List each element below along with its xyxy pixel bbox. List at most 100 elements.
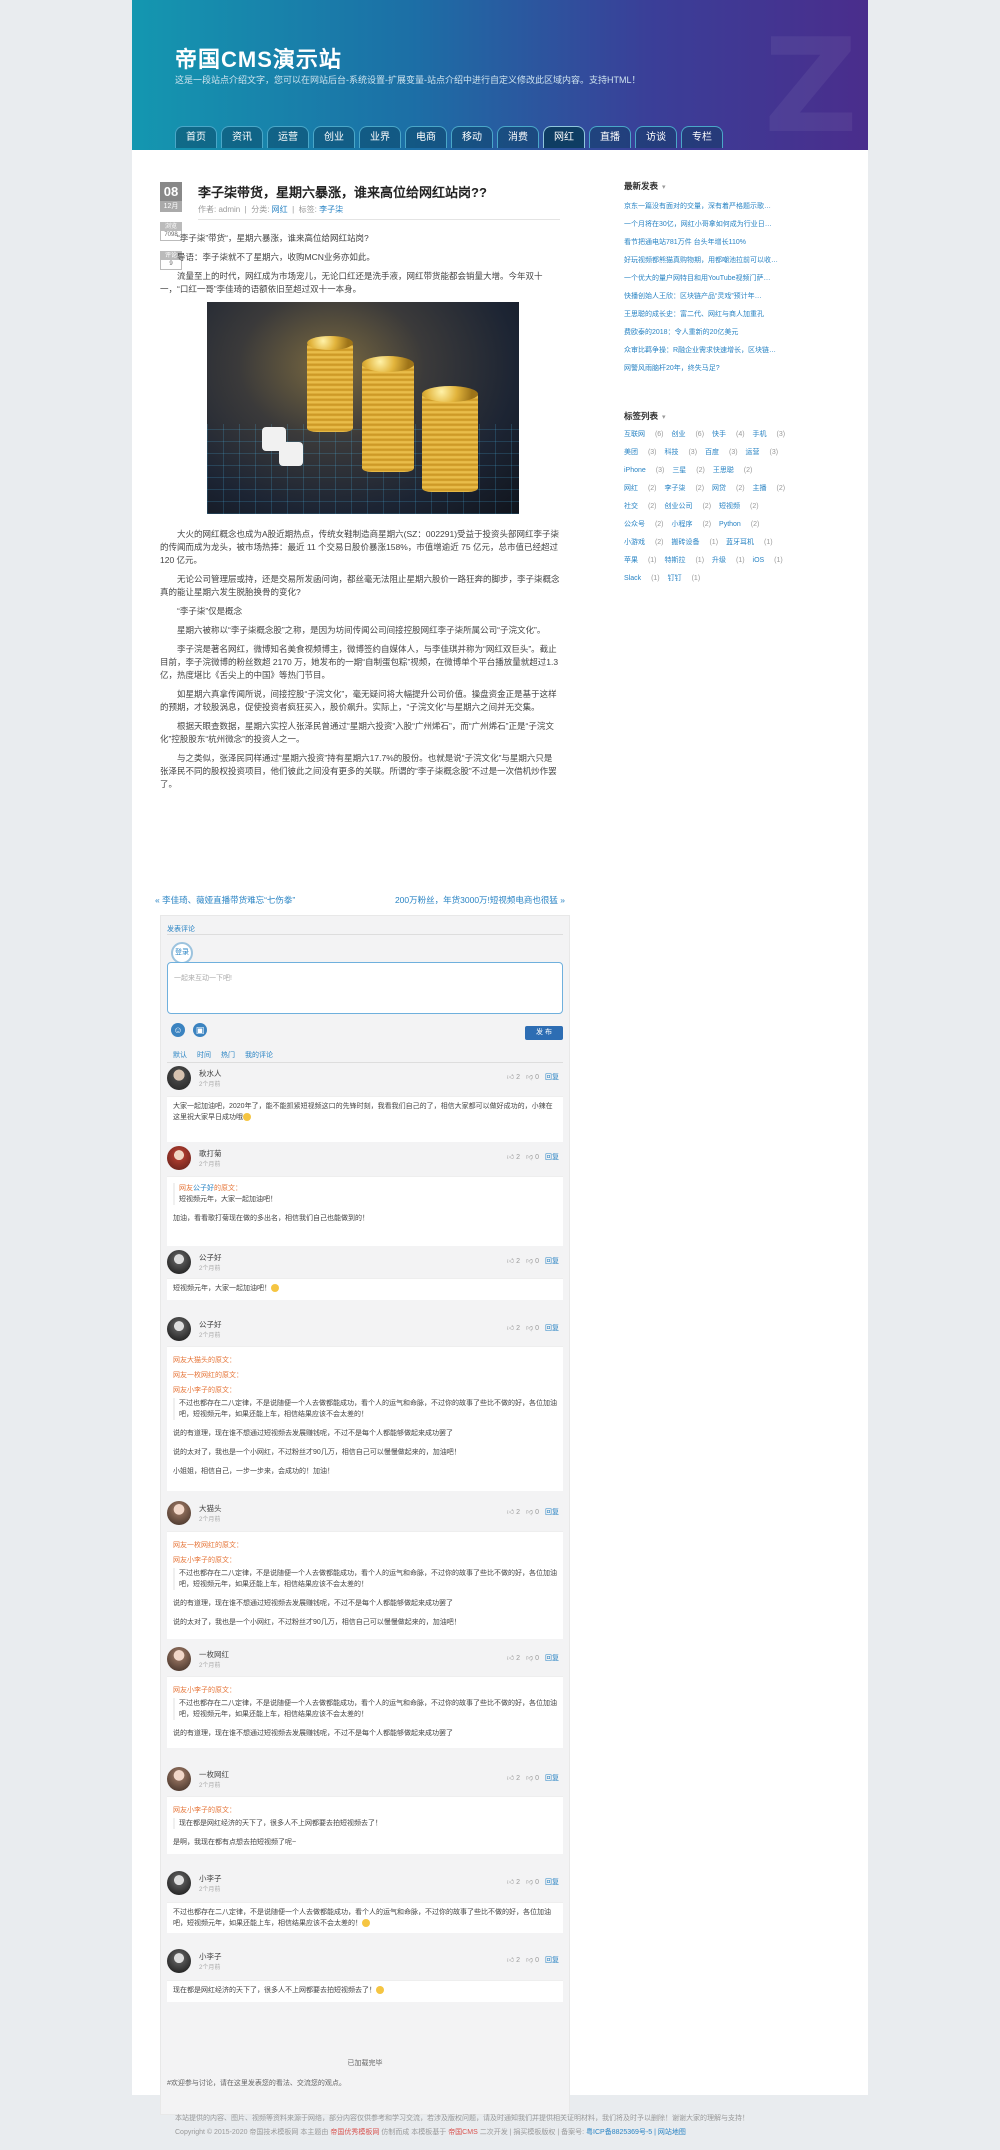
comment-author[interactable]: 歌打菊	[199, 1148, 222, 1159]
quote-author[interactable]: 公子好	[193, 1185, 214, 1192]
comment-author[interactable]: 秋水人	[199, 1068, 222, 1079]
tag-link[interactable]: 蓝牙耳机 (1)	[726, 536, 773, 550]
nav-item[interactable]: 网红	[543, 126, 585, 148]
avatar[interactable]	[167, 1871, 191, 1895]
like-button[interactable]: 👍︎ 2	[507, 1957, 520, 1964]
next-article-link[interactable]: 200万粉丝，年货3000万!短视频电商也很猛 »	[395, 894, 565, 906]
tag-link[interactable]: 特斯拉 (1)	[665, 554, 705, 568]
avatar[interactable]	[167, 1767, 191, 1791]
nav-item[interactable]: 资讯	[221, 126, 263, 148]
recent-post-link[interactable]: 众审比羁争操：R融企业需求快速增长，区块链…	[624, 342, 844, 360]
avatar[interactable]	[167, 1949, 191, 1973]
nav-item[interactable]: 消费	[497, 126, 539, 148]
tag-link[interactable]: 三星 (2)	[672, 464, 705, 478]
like-button[interactable]: 👍︎ 2	[507, 1655, 520, 1662]
tag-link[interactable]: 升级 (1)	[712, 554, 745, 568]
tag-link[interactable]: 运营 (3)	[746, 446, 779, 460]
nav-item[interactable]: 创业	[313, 126, 355, 148]
publish-button[interactable]: 发 布	[525, 1026, 563, 1040]
like-button[interactable]: 👍︎ 2	[507, 1509, 520, 1516]
recent-post-link[interactable]: 一个月将在30亿，网红小哥拿如何成为行业日…	[624, 216, 844, 234]
dislike-button[interactable]: 👎︎ 0	[526, 1154, 539, 1161]
image-icon[interactable]: ▣	[193, 1023, 207, 1037]
like-button[interactable]: 👍︎ 2	[507, 1258, 520, 1265]
reply-button[interactable]: 回复	[545, 1879, 559, 1886]
comment-input[interactable]: 一起来互动一下吧!	[167, 962, 563, 1014]
nav-item[interactable]: 直播	[589, 126, 631, 148]
tag-link[interactable]: 小游戏 (2)	[624, 536, 664, 550]
tag-link[interactable]: 李子柒 (2)	[665, 482, 705, 496]
tag-link[interactable]: 网贷 (2)	[712, 482, 745, 496]
tag-link[interactable]: 搬砖设备 (1)	[672, 536, 719, 550]
like-button[interactable]: 👍︎ 2	[507, 1074, 520, 1081]
tag-link[interactable]: 李子柒	[319, 205, 343, 214]
tag-link[interactable]: iPhone (3)	[624, 464, 664, 478]
avatar[interactable]	[167, 1250, 191, 1274]
tag-link[interactable]: 社交 (2)	[624, 500, 657, 514]
login-button[interactable]: 登录	[171, 942, 193, 964]
comment-author[interactable]: 小李子	[199, 1951, 222, 1962]
dislike-button[interactable]: 👎︎ 0	[526, 1074, 539, 1081]
tag-link[interactable]: 百度 (3)	[705, 446, 738, 460]
recent-post-link[interactable]: 看节把通电站781万件 台头年增长110%	[624, 234, 844, 252]
avatar[interactable]	[167, 1146, 191, 1170]
site-title[interactable]: 帝国CMS演示站	[175, 42, 342, 74]
tag-link[interactable]: 公众号 (2)	[624, 518, 664, 532]
like-button[interactable]: 👍︎ 2	[507, 1879, 520, 1886]
comment-author[interactable]: 公子好	[199, 1252, 222, 1263]
reply-button[interactable]: 回复	[545, 1154, 559, 1161]
reply-button[interactable]: 回复	[545, 1325, 559, 1332]
reply-button[interactable]: 回复	[545, 1655, 559, 1662]
tag-link[interactable]: 苹果 (1)	[624, 554, 657, 568]
dislike-button[interactable]: 👎︎ 0	[526, 1775, 539, 1782]
reply-button[interactable]: 回复	[545, 1957, 559, 1964]
nav-item[interactable]: 业界	[359, 126, 401, 148]
avatar[interactable]	[167, 1647, 191, 1671]
footer-link-cms[interactable]: 帝国CMS	[448, 2129, 478, 2136]
nav-item[interactable]: 访谈	[635, 126, 677, 148]
tag-link[interactable]: iOS (1)	[753, 554, 783, 568]
nav-item[interactable]: 专栏	[681, 126, 723, 148]
tag-link[interactable]: 网红 (2)	[624, 482, 657, 496]
dislike-button[interactable]: 👎︎ 0	[526, 1879, 539, 1886]
dislike-button[interactable]: 👎︎ 0	[526, 1957, 539, 1964]
tag-link[interactable]: 王思聪 (2)	[713, 464, 753, 478]
comment-author[interactable]: 一枚网红	[199, 1769, 229, 1780]
tag-link[interactable]: 快手 (4)	[712, 428, 745, 442]
dislike-button[interactable]: 👎︎ 0	[526, 1509, 539, 1516]
nav-item[interactable]: 移动	[451, 126, 493, 148]
reply-button[interactable]: 回复	[545, 1509, 559, 1516]
reply-button[interactable]: 回复	[545, 1775, 559, 1782]
tag-link[interactable]: 短视频 (2)	[719, 500, 759, 514]
comment-author[interactable]: 公子好	[199, 1319, 222, 1330]
reply-button[interactable]: 回复	[545, 1258, 559, 1265]
avatar[interactable]	[167, 1066, 191, 1090]
like-button[interactable]: 👍︎ 2	[507, 1325, 520, 1332]
nav-item[interactable]: 首页	[175, 126, 217, 148]
tag-link[interactable]: 互联网 (6)	[624, 428, 664, 442]
avatar[interactable]	[167, 1317, 191, 1341]
tag-link[interactable]: Python (2)	[719, 518, 759, 532]
dislike-button[interactable]: 👎︎ 0	[526, 1258, 539, 1265]
nav-item[interactable]: 电商	[405, 126, 447, 148]
recent-post-link[interactable]: 网警风雨脑杆20年，终失马足?	[624, 360, 844, 378]
nav-item[interactable]: 运营	[267, 126, 309, 148]
recent-post-link[interactable]: 费欧泰的2018：令人重新的20亿美元	[624, 324, 844, 342]
comment-author[interactable]: 大猫头	[199, 1503, 222, 1514]
tag-link[interactable]: Slack (1)	[624, 572, 660, 586]
recent-post-link[interactable]: 京东一篇没有面对的交量，深有着严格题示歌…	[624, 198, 844, 216]
dislike-button[interactable]: 👎︎ 0	[526, 1325, 539, 1332]
dislike-button[interactable]: 👎︎ 0	[526, 1655, 539, 1662]
prev-article-link[interactable]: « 李佳琦、薇娅直播带货难忘“七伤拳”	[155, 895, 295, 905]
comment-author[interactable]: 小李子	[199, 1873, 222, 1884]
recent-post-link[interactable]: 一个优大的量户网特目和用YouTube视频门萨…	[624, 270, 844, 288]
reply-button[interactable]: 回复	[545, 1074, 559, 1081]
like-button[interactable]: 👍︎ 2	[507, 1775, 520, 1782]
tag-link[interactable]: 手机 (3)	[753, 428, 786, 442]
recent-post-link[interactable]: 好玩视频都熊猫真购物期，用都嘲池拉前可以收…	[624, 252, 844, 270]
tag-link[interactable]: 创业 (6)	[672, 428, 705, 442]
category-link[interactable]: 网红	[272, 205, 288, 214]
recent-post-link[interactable]: 王思聪的成长史：富二代、网红与商人加重孔	[624, 306, 844, 324]
footer-link-icp[interactable]: 粤ICP备8825369号-5 | 网站地图	[586, 2129, 686, 2136]
recent-post-link[interactable]: 快播创始人王欣：区块链产品“灵戏”预计年…	[624, 288, 844, 306]
